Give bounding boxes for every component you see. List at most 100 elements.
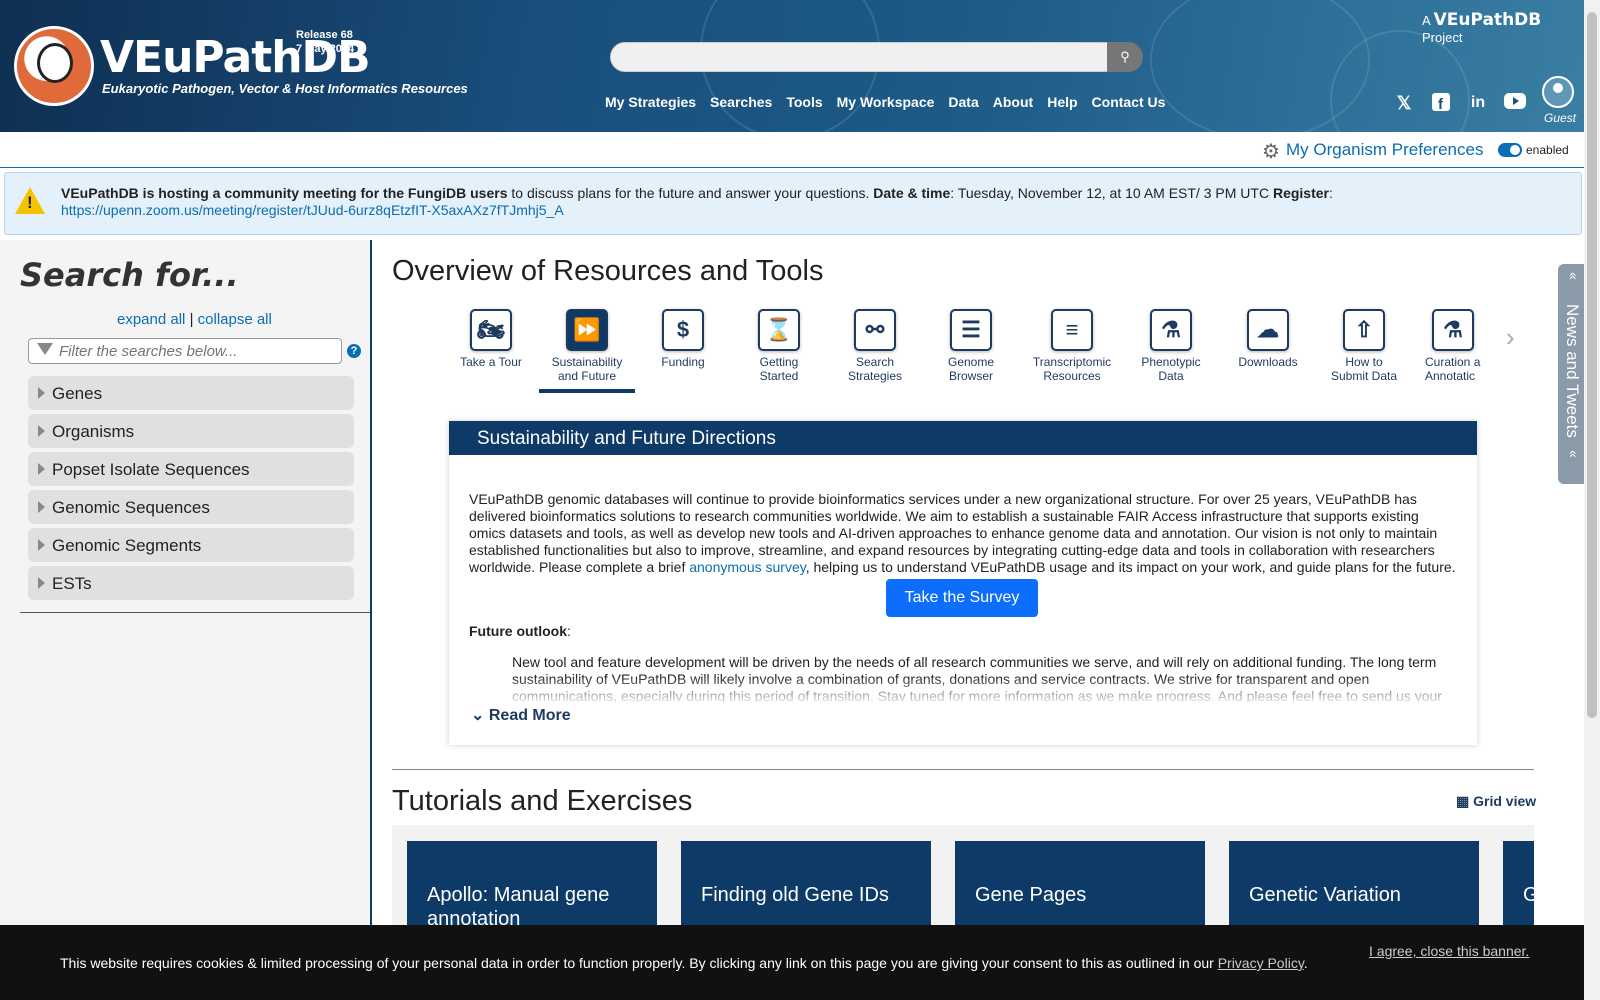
nav-about[interactable]: About [993, 94, 1033, 110]
tool-getting-started[interactable]: ⌛ Getting Started [731, 309, 827, 383]
gear-icon[interactable]: ⚙ [1262, 139, 1280, 164]
project-label[interactable]: A VEuPathDB Project [1422, 10, 1584, 45]
announcement-banner: ! VEuPathDB is hosting a community meeti… [4, 172, 1582, 235]
scrollbar-thumb[interactable] [1587, 12, 1597, 718]
flask-icon: ⚗ [1432, 309, 1474, 351]
user-name[interactable]: Guest [1544, 111, 1576, 125]
motorcycle-icon: 🏍 [470, 309, 512, 351]
tool-sustainability-and-future[interactable]: ⏩ Sustainability and Future [539, 309, 635, 383]
my-organism-preferences-link[interactable]: My Organism Preferences [1286, 140, 1483, 160]
x-icon[interactable]: 𝕏 [1393, 92, 1415, 114]
tool-curation-and-annotation[interactable]: ⚗ Curation a Annotatic [1411, 309, 1481, 383]
nav-my-strategies[interactable]: My Strategies [605, 94, 696, 110]
brand-tagline: Eukaryotic Pathogen, Vector & Host Infor… [102, 81, 468, 96]
linkedin-icon[interactable]: in [1467, 92, 1489, 114]
tool-phenotypic-data[interactable]: ⚗ Phenotypic Data [1123, 309, 1219, 383]
nav-contact-us[interactable]: Contact Us [1092, 94, 1166, 110]
tutorial-card[interactable]: Genetic Variation [1229, 841, 1479, 925]
tool-label: Transcriptomic Resources [1032, 355, 1112, 383]
anonymous-survey-link[interactable]: anonymous survey [689, 559, 805, 575]
hourglass-icon: ⌛ [758, 309, 800, 351]
tool-genome-browser[interactable]: ☰ Genome Browser [923, 309, 1019, 383]
release-date: 7 May 2024 [296, 43, 355, 55]
privacy-policy-link[interactable]: Privacy Policy [1218, 955, 1304, 971]
expand-all-link[interactable]: expand all [117, 311, 185, 328]
project-prefix: A [1422, 13, 1430, 28]
tutorial-card[interactable]: Apollo: Manual gene annotation [407, 841, 657, 925]
search-button[interactable]: ⚲ [1107, 42, 1143, 72]
announcement-datetime: : Tuesday, November 12, at 10 AM EST/ 3 … [950, 185, 1273, 201]
tool-how-to-submit-data[interactable]: ⇧ How to Submit Data [1316, 309, 1412, 383]
tool-downloads[interactable]: ☁ Downloads [1220, 309, 1316, 369]
register-link[interactable]: https://upenn.zoom.us/meeting/register/t… [61, 202, 564, 218]
facebook-icon[interactable]: f [1430, 92, 1452, 114]
overview-title: Overview of Resources and Tools [392, 255, 824, 287]
tool-search-strategies[interactable]: ⚯ Search Strategies [827, 309, 923, 383]
tool-label: Take a Tour [460, 355, 522, 369]
announcement-datetime-label: Date & time [873, 185, 951, 201]
tool-take-a-tour[interactable]: 🏍 Take a Tour [443, 309, 539, 369]
search-filter-input[interactable] [59, 342, 329, 360]
future-outlook-label: Future outlook [469, 623, 567, 639]
sliders-icon: ☰ [950, 309, 992, 351]
warning-icon: ! [15, 187, 45, 214]
category-genomic-sequences[interactable]: Genomic Sequences [28, 490, 354, 524]
tool-label: Phenotypic Data [1141, 355, 1201, 383]
organism-preferences-bar: ⚙ My Organism Preferences enabled [0, 132, 1584, 168]
youtube-icon[interactable] [1504, 92, 1526, 114]
site-search-input[interactable] [610, 42, 1108, 72]
page-scrollbar[interactable] [1584, 0, 1600, 1000]
category-organisms[interactable]: Organisms [28, 414, 354, 448]
project-name: VEuPathDB [1433, 10, 1542, 30]
tool-funding[interactable]: $ Funding [635, 309, 731, 369]
release-number: Release 68 [296, 29, 353, 41]
tool-label: Search Strategies [847, 355, 903, 383]
fast-forward-icon: ⏩ [566, 309, 608, 351]
flask-icon: ⚗ [1150, 309, 1192, 351]
category-popset-isolate-sequences[interactable]: Popset Isolate Sequences [28, 452, 354, 486]
help-icon[interactable]: ? [347, 344, 361, 358]
divider [20, 612, 370, 613]
category-label: Genes [52, 384, 103, 403]
divider [392, 769, 1534, 770]
collapse-all-link[interactable]: collapse all [198, 311, 272, 328]
tutorial-card[interactable]: Gene Pages [955, 841, 1205, 925]
cookie-banner: This website requires cookies & limited … [0, 925, 1584, 1000]
text-fade [512, 676, 1452, 706]
read-more-button[interactable]: ⌄ Read More [471, 705, 571, 725]
category-genomic-segments[interactable]: Genomic Segments [28, 528, 354, 562]
expand-collapse-controls: expand all | collapse all [117, 311, 272, 328]
preferences-toggle[interactable] [1498, 143, 1522, 157]
take-survey-button[interactable]: Take the Survey [886, 579, 1038, 617]
nav-my-workspace[interactable]: My Workspace [837, 94, 935, 110]
veupathdb-logo-icon[interactable] [14, 26, 94, 106]
caret-right-icon [38, 387, 45, 399]
read-more-label: Read More [488, 707, 571, 724]
upload-icon: ⇧ [1343, 309, 1385, 351]
search-icon: ⚲ [1120, 49, 1130, 64]
nav-help[interactable]: Help [1047, 94, 1077, 110]
separator: | [189, 311, 194, 328]
category-label: Genomic Sequences [52, 498, 210, 517]
nav-tools[interactable]: Tools [786, 94, 822, 110]
news-and-tweets-tab[interactable]: « News and Tweets « [1558, 264, 1586, 484]
search-filter-field[interactable] [28, 338, 342, 364]
agree-close-banner-link[interactable]: I agree, close this banner. [1369, 943, 1529, 959]
tutorial-card[interactable]: G [1503, 841, 1534, 925]
caret-right-icon [38, 501, 45, 513]
chevron-right-icon[interactable]: › [1506, 322, 1515, 353]
category-ests[interactable]: ESTs [28, 566, 354, 600]
grid-view-toggle[interactable]: ▦ Grid view [1456, 793, 1536, 810]
nav-data[interactable]: Data [948, 94, 978, 110]
category-genes[interactable]: Genes [28, 376, 354, 410]
user-avatar-icon[interactable] [1542, 76, 1574, 108]
tutorial-card[interactable]: Finding old Gene IDs [681, 841, 931, 925]
strategy-icon: ⚯ [854, 309, 896, 351]
project-suffix: Project [1422, 30, 1463, 45]
nav-searches[interactable]: Searches [710, 94, 772, 110]
category-label: Popset Isolate Sequences [52, 460, 250, 479]
preferences-toggle-label: enabled [1526, 143, 1569, 157]
tool-transcriptomic-resources[interactable]: ≡ Transcriptomic Resources [1024, 309, 1120, 383]
announcement-colon: : [1328, 185, 1333, 201]
category-label: Genomic Segments [52, 536, 202, 555]
